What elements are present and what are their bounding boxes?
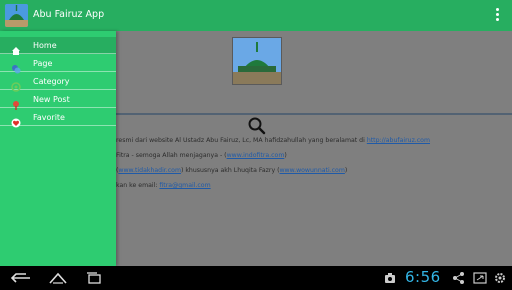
more-vert-icon[interactable] [496,8,500,22]
navigation-drawer: Home Page Category New Post Favorite [0,31,116,266]
new-post-icon [11,95,21,110]
share-icon[interactable] [451,270,467,286]
wowunnati-link[interactable]: www.wowunnati.com [280,167,345,174]
app-logo-icon[interactable] [5,4,28,27]
email-link[interactable]: fitra@gmail.com [159,182,210,189]
drawer-item-favorite[interactable]: Favorite [0,109,116,128]
about-text-4: kan ke email: [116,182,160,189]
drawer-item-label: Home [33,41,57,50]
page-icon [11,59,21,74]
drawer-item-label: Page [33,59,53,68]
home-nav-icon[interactable] [44,270,72,286]
indofitra-link[interactable]: www.indofitra.com [227,152,285,159]
search-icon[interactable] [247,116,267,136]
drawer-item-label: Favorite [33,113,65,122]
search-divider [116,113,512,115]
favorite-icon [11,113,21,128]
about-text-3-mid: ) khususnya akh Lhuqita Fazry ( [180,167,280,174]
drawer-item-label: New Post [33,95,70,104]
about-text-2-end: ) [284,152,287,159]
about-text-3-end: ) [344,167,348,174]
mosque-image [232,37,282,85]
about-paragraph-2: Fitra - semoga Allah menjaganya - (www.i… [116,152,287,159]
system-navigation-bar: 6:56 [0,266,512,290]
app-title: Abu Fairuz App [33,9,105,20]
clock: 6:56 [405,268,441,286]
recents-icon[interactable] [80,270,108,286]
home-icon [11,41,21,55]
category-icon [11,77,21,92]
abufairuz-link[interactable]: http://abufairuz.com [367,137,430,144]
drawer-item-new-post[interactable]: New Post [0,91,116,110]
drawer-item-page[interactable]: Page [0,55,116,74]
about-paragraph-1: resmi dari website Al Ustadz Abu Fairuz,… [116,137,430,144]
back-icon[interactable] [8,270,36,286]
about-paragraph-3: (www.tidakhadir.com) khususnya akh Lhuqi… [116,167,347,174]
about-text-1: resmi dari website Al Ustadz Abu Fairuz,… [116,137,367,144]
settings-icon[interactable] [492,270,508,286]
drawer-item-category[interactable]: Category [0,73,116,92]
tidakhadir-link[interactable]: www.tidakhadir.com [118,167,181,174]
drawer-item-home[interactable]: Home [0,37,116,55]
action-bar: Abu Fairuz App [0,0,512,31]
drawer-item-label: Category [33,77,70,86]
fullscreen-icon[interactable] [472,270,488,286]
about-text-2: Fitra - semoga Allah menjaganya - ( [116,152,227,159]
app-window: Abu Fairuz App resmi dari website Al Ust… [0,0,512,266]
screenshot-icon[interactable] [382,270,398,286]
about-paragraph-4: kan ke email: fitra@gmail.com [116,182,211,189]
